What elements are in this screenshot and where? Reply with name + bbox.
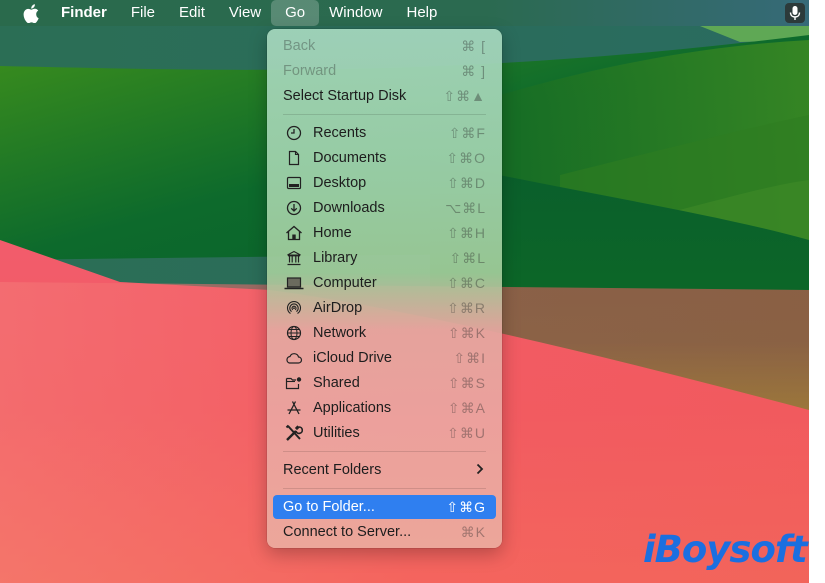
menu-item-label: Documents xyxy=(313,150,387,166)
menu-item-shortcut: ⇧⌘D xyxy=(447,174,486,191)
go-menu-dropdown: Back ⌘ [ Forward ⌘ ] Select Startup Disk… xyxy=(267,29,502,548)
menu-view[interactable]: View xyxy=(217,0,273,26)
menu-item-computer[interactable]: Computer ⇧⌘C xyxy=(273,271,496,295)
menu-item-label: Forward xyxy=(283,63,337,79)
apple-logo-icon[interactable] xyxy=(21,3,41,23)
menu-item-label: Select Startup Disk xyxy=(283,88,407,104)
menu-item-shortcut: ⇧⌘L xyxy=(449,249,486,266)
document-icon xyxy=(284,148,304,168)
menu-item-forward[interactable]: Forward ⌘ ] xyxy=(273,59,496,83)
menu-window[interactable]: Window xyxy=(317,0,394,26)
menu-item-label: Home xyxy=(313,225,352,241)
menu-item-shortcut: ⇧⌘▲ xyxy=(443,87,486,104)
menu-item-back[interactable]: Back ⌘ [ xyxy=(273,34,496,58)
menu-item-label: AirDrop xyxy=(313,300,363,316)
menu-item-select-startup-disk[interactable]: Select Startup Disk ⇧⌘▲ xyxy=(273,84,496,108)
menu-item-shortcut: ⇧⌘I xyxy=(453,349,486,366)
menu-item-shortcut: ⌘K xyxy=(460,523,486,540)
menu-item-label: Desktop xyxy=(313,175,367,191)
menu-item-shortcut: ⇧⌘O xyxy=(446,149,486,166)
globe-icon xyxy=(284,323,304,343)
menu-item-shortcut: ⌘ ] xyxy=(461,62,486,79)
menu-help[interactable]: Help xyxy=(395,0,450,26)
library-icon xyxy=(284,248,304,268)
menu-item-label: Go to Folder... xyxy=(283,499,375,515)
menu-separator xyxy=(283,114,486,115)
menu-separator xyxy=(283,488,486,489)
laptop-icon xyxy=(284,273,304,293)
menu-separator xyxy=(283,451,486,452)
menu-item-applications[interactable]: Applications ⇧⌘A xyxy=(273,396,496,420)
menu-item-connect-to-server[interactable]: Connect to Server... ⌘K xyxy=(273,520,496,544)
menu-item-shortcut: ⇧⌘F xyxy=(448,124,486,141)
menu-edit[interactable]: Edit xyxy=(167,0,217,26)
menu-item-label: Connect to Server... xyxy=(283,524,412,540)
menu-item-library[interactable]: Library ⇧⌘L xyxy=(273,246,496,270)
menu-item-shortcut: ⇧⌘U xyxy=(447,424,486,441)
menu-item-downloads[interactable]: Downloads ⌥⌘L xyxy=(273,196,496,220)
cloud-icon xyxy=(284,348,304,368)
menu-item-shortcut: ⇧⌘G xyxy=(446,498,486,515)
menu-item-label: Library xyxy=(313,250,358,266)
menu-item-label: Network xyxy=(313,325,367,341)
menu-item-airdrop[interactable]: AirDrop ⇧⌘R xyxy=(273,296,496,320)
menu-item-recents[interactable]: Recents ⇧⌘F xyxy=(273,121,496,145)
menu-item-network[interactable]: Network ⇧⌘K xyxy=(273,321,496,345)
menu-item-shared[interactable]: Shared ⇧⌘S xyxy=(273,371,496,395)
house-icon xyxy=(284,223,304,243)
clock-icon xyxy=(284,123,304,143)
menu-item-shortcut: ⇧⌘H xyxy=(447,224,486,241)
iboysoft-watermark: iBoysoft xyxy=(643,528,808,571)
shared-folder-icon xyxy=(284,373,304,393)
menu-item-label: Recents xyxy=(313,125,367,141)
menu-item-shortcut: ⌘ [ xyxy=(461,37,486,54)
menu-item-label: Computer xyxy=(313,275,377,291)
menu-item-shortcut: ⇧⌘R xyxy=(447,299,486,316)
menu-item-label: Utilities xyxy=(313,425,360,441)
desktop: Finder File Edit View Go Window Help Bac… xyxy=(0,0,809,583)
menu-item-label: Recent Folders xyxy=(283,462,382,478)
download-icon xyxy=(284,198,304,218)
menu-item-label: Back xyxy=(283,38,316,54)
menu-item-shortcut: ⇧⌘A xyxy=(447,399,486,416)
menu-item-label: iCloud Drive xyxy=(313,350,392,366)
menu-item-shortcut: ⇧⌘S xyxy=(447,374,486,391)
menu-item-go-to-folder[interactable]: Go to Folder... ⇧⌘G xyxy=(273,495,496,519)
menu-item-label: Downloads xyxy=(313,200,385,216)
menu-item-home[interactable]: Home ⇧⌘H xyxy=(273,221,496,245)
menu-finder[interactable]: Finder xyxy=(59,0,119,26)
chevron-right-icon xyxy=(476,462,484,479)
menu-item-icloud-drive[interactable]: iCloud Drive ⇧⌘I xyxy=(273,346,496,370)
app-store-icon xyxy=(284,398,304,418)
desktop-icon xyxy=(284,173,304,193)
menu-file[interactable]: File xyxy=(119,0,167,26)
menu-item-shortcut: ⇧⌘K xyxy=(447,324,486,341)
menu-bar: Finder File Edit View Go Window Help xyxy=(0,0,809,26)
menu-item-desktop[interactable]: Desktop ⇧⌘D xyxy=(273,171,496,195)
menu-item-recent-folders[interactable]: Recent Folders xyxy=(273,458,496,482)
microphone-icon[interactable] xyxy=(785,3,805,23)
airdrop-icon xyxy=(284,298,304,318)
menu-item-shortcut: ⇧⌘C xyxy=(447,274,486,291)
menu-item-utilities[interactable]: Utilities ⇧⌘U xyxy=(273,421,496,445)
menu-item-shortcut: ⌥⌘L xyxy=(445,199,486,216)
menu-go[interactable]: Go xyxy=(271,0,320,26)
tools-icon xyxy=(284,423,304,443)
menu-item-label: Shared xyxy=(313,375,360,391)
menu-item-label: Applications xyxy=(313,400,392,416)
menu-item-documents[interactable]: Documents ⇧⌘O xyxy=(273,146,496,170)
